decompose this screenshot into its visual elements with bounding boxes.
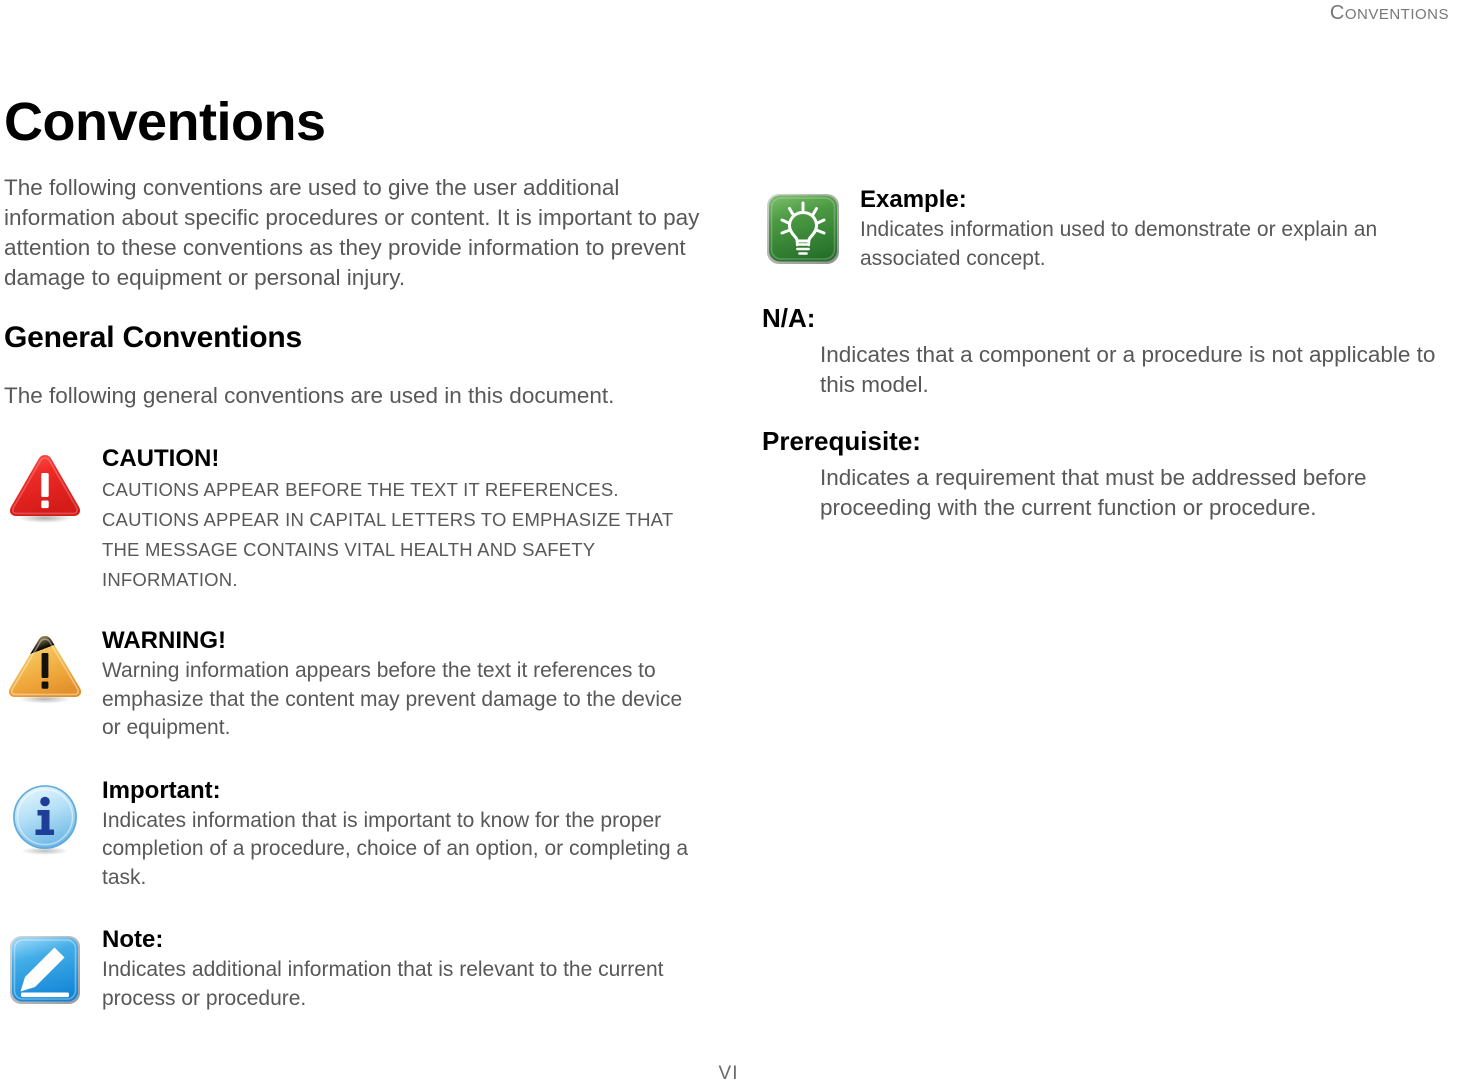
warning-triangle-icon (4, 629, 86, 711)
admonition-title: CAUTION! (102, 445, 220, 472)
definition-prerequisite: Prerequisite: Indicates a requirement th… (762, 426, 1452, 523)
admonition-title: Important: (102, 776, 221, 804)
definition-term: Prerequisite: (762, 426, 921, 456)
definition-term: N/A: (762, 303, 816, 333)
definition-description: Indicates a requirement that must be add… (820, 465, 1367, 520)
admonition-note: Note: Indicates additional information t… (4, 926, 704, 1013)
running-header-first-letter: C (1329, 2, 1345, 24)
admonition-body: Indicates information used to demonstrat… (860, 218, 1378, 270)
page-title: Conventions (4, 92, 326, 153)
left-column: The following conventions are used to gi… (4, 173, 704, 1013)
note-pencil-icon (4, 928, 86, 1010)
document-page: CONVENTIONS Conventions The following co… (0, 0, 1457, 1091)
admonition-title: Note: (102, 926, 164, 953)
right-column: Example: Indicates information used to d… (762, 186, 1452, 523)
section-heading-general-conventions: General Conventions (4, 321, 302, 354)
admonition-body: CAUTIONS APPEAR BEFORE THE TEXT IT REFER… (102, 479, 674, 590)
admonition-title: WARNING! (102, 627, 226, 654)
admonition-example: Example: Indicates information used to d… (762, 186, 1452, 273)
section-lead-paragraph: The following general conventions are us… (4, 383, 615, 408)
running-header: CONVENTIONS (1330, 2, 1449, 25)
caution-triangle-icon (4, 447, 86, 529)
definition-na: N/A: Indicates that a component or a pro… (762, 303, 1452, 400)
running-header-rest: ONVENTIONS (1344, 6, 1449, 23)
important-info-icon (4, 779, 86, 861)
page-number: VI (718, 1063, 739, 1084)
admonition-important: Important: Indicates information that is… (4, 777, 704, 893)
admonition-body: Warning information appears before the t… (102, 659, 683, 739)
example-lightbulb-icon (762, 188, 844, 270)
admonition-body: Indicates information that is important … (102, 808, 689, 889)
admonition-warning: WARNING! Warning information appears bef… (4, 627, 704, 743)
intro-paragraph: The following conventions are used to gi… (4, 175, 700, 290)
admonition-caution: CAUTION! CAUTIONS APPEAR BEFORE THE TEXT… (4, 445, 704, 595)
definition-description: Indicates that a component or a procedur… (820, 342, 1436, 397)
admonition-title: Example: (860, 186, 967, 213)
admonition-body: Indicates additional information that is… (102, 958, 664, 1010)
